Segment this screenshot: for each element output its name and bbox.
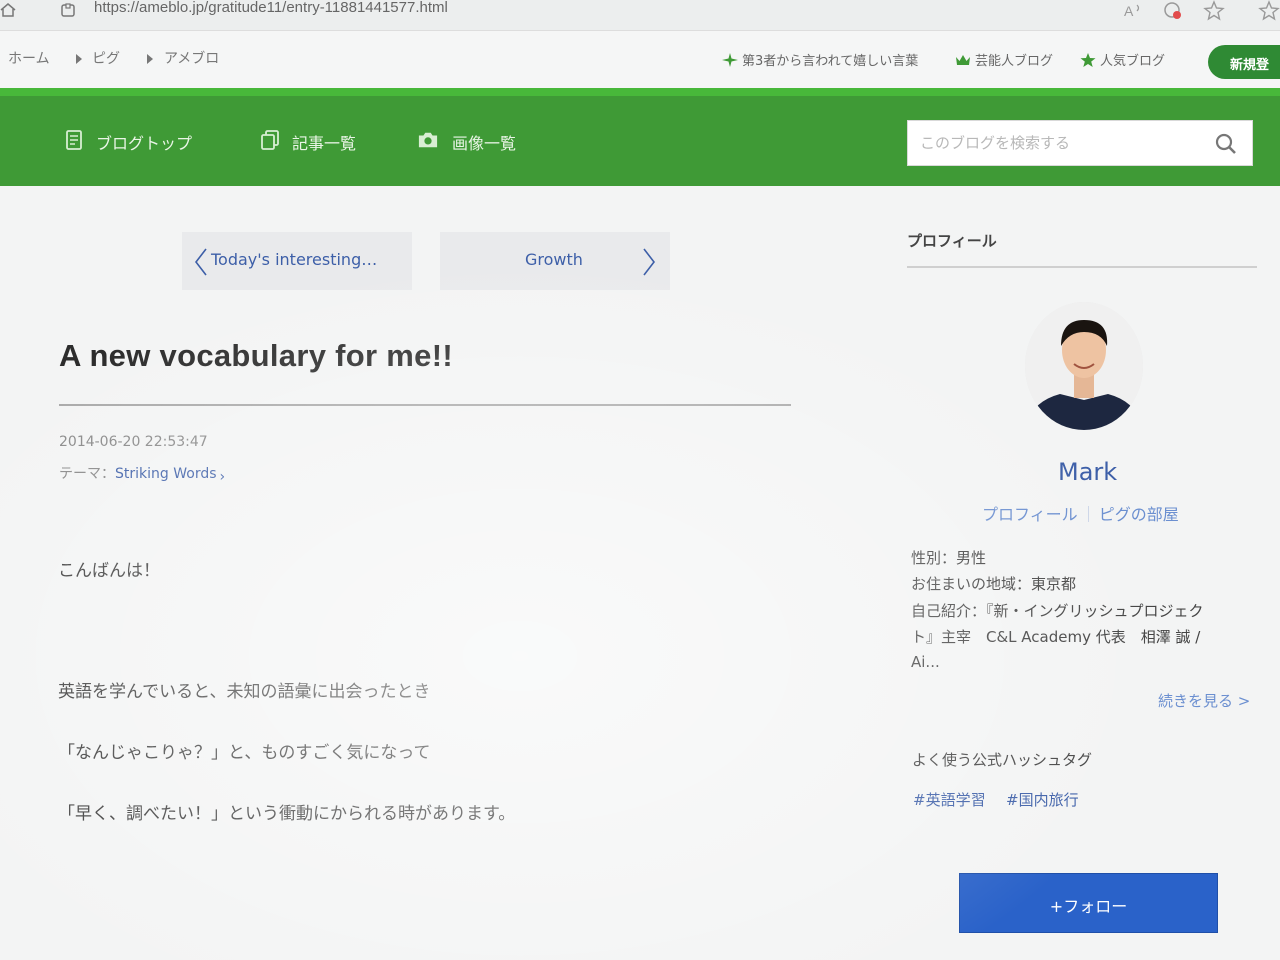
site-info-icon[interactable] [60, 2, 76, 18]
extension-icon[interactable] [1162, 0, 1184, 22]
popular-blog-label: 人気ブログ [1100, 54, 1166, 69]
profile-location: お住まいの地域：東京都 [911, 575, 1077, 593]
theme-prefix: テーマ： [59, 466, 115, 482]
favorite-icon[interactable] [1203, 0, 1225, 22]
svg-text:A: A [1124, 3, 1134, 19]
article-date: 2014-06-20 22:53:47 [59, 434, 208, 450]
article-paragraph: 英語を学んでいると、未知の語彙に出会ったとき [58, 682, 431, 702]
chevron-right-icon [643, 248, 656, 276]
hashtag-link[interactable]: #英語学習 [913, 789, 986, 810]
pages-icon [261, 130, 279, 150]
prev-article-label: Today's interesting… [211, 250, 378, 269]
follow-button[interactable]: +フォロー [959, 873, 1218, 933]
breadcrumb-home[interactable]: ホーム [8, 48, 50, 68]
ameba-top-nav: ホーム ピグ アメブロ 第3者から言われて嬉しい言葉 芸能人ブログ 人気ブログ … [0, 30, 1280, 88]
profile-intro: 自己紹介：『新・イングリッシュプロジェク [911, 602, 1204, 620]
profile-heading: プロフィール [907, 232, 997, 250]
breadcrumb-arrow-icon [147, 54, 153, 64]
popular-blog-link[interactable]: 人気ブログ [1080, 50, 1165, 69]
breadcrumb-ameblo[interactable]: アメブロ [164, 48, 219, 68]
document-icon [66, 130, 82, 150]
theme-link[interactable]: Striking Words [115, 466, 217, 482]
celebrity-blog-label: 芸能人ブログ [975, 54, 1054, 69]
hashtag-link[interactable]: #国内旅行 [1006, 789, 1079, 810]
profile-gender: 性別：男性 [911, 549, 987, 567]
chevron-right-icon: › [219, 469, 226, 485]
link-separator [1087, 506, 1089, 522]
celebrity-blog-link[interactable]: 芸能人ブログ [955, 50, 1053, 69]
title-divider [59, 404, 791, 406]
nav-image-list-label: 画像一覧 [452, 134, 517, 153]
avatar[interactable] [1025, 302, 1143, 430]
article-theme: テーマ：Striking Words › [59, 463, 226, 485]
nav-blog-top-label: ブログトップ [96, 134, 193, 153]
article-paragraph: 「早く、調べたい！」という衝動にかられる時があります。 [58, 804, 516, 824]
nav-article-list[interactable]: 記事一覧 [260, 130, 370, 153]
topic-link[interactable]: 第3者から言われて嬉しい言葉 [722, 50, 918, 69]
read-more-link[interactable]: 続きを見る > [1158, 690, 1250, 711]
profile-intro: Ai... [911, 653, 940, 671]
blog-header: ブログトップ 記事一覧 画像一覧 [0, 88, 1280, 186]
pigg-room-link[interactable]: ピグの部屋 [1099, 505, 1179, 524]
blog-search-input[interactable] [920, 131, 1200, 155]
article-title: A new vocabulary for me!! [59, 338, 453, 373]
chevron-left-icon [194, 248, 207, 276]
next-article-label: Growth [525, 250, 583, 269]
profile-links: プロフィール ピグの部屋 [982, 501, 1179, 525]
breadcrumb-pigg[interactable]: ピグ [92, 48, 120, 68]
browser-address-bar: https://ameblo.jp/gratitude11/entry-1188… [0, 0, 1280, 30]
next-article-link[interactable]: Growth [440, 232, 670, 290]
nav-image-list[interactable]: 画像一覧 [418, 130, 528, 153]
new-post-button[interactable]: 新規登 [1208, 45, 1280, 79]
sparkle-icon [722, 53, 738, 67]
hashtag-heading: よく使う公式ハッシュタグ [912, 751, 1093, 769]
blog-search [907, 120, 1253, 166]
prev-article-link[interactable]: Today's interesting… [182, 232, 412, 290]
breadcrumb-arrow-icon [76, 54, 82, 64]
topic-link-label: 第3者から言われて嬉しい言葉 [742, 54, 919, 69]
collections-icon[interactable] [1258, 0, 1280, 22]
read-aloud-icon[interactable]: A [1122, 0, 1144, 22]
url-text[interactable]: https://ameblo.jp/gratitude11/entry-1188… [94, 0, 448, 16]
profile-link[interactable]: プロフィール [982, 505, 1078, 524]
star-icon [1080, 53, 1096, 67]
camera-icon [418, 132, 438, 148]
crown-icon [956, 55, 970, 65]
search-icon[interactable] [1215, 133, 1237, 155]
profile-divider [907, 266, 1257, 268]
profile-name[interactable]: Mark [1058, 458, 1117, 486]
article-paragraph: こんばんは！ [58, 561, 160, 581]
nav-blog-top[interactable]: ブログトップ [64, 130, 204, 153]
nav-article-list-label: 記事一覧 [292, 134, 357, 153]
article-paragraph: 「なんじゃこりゃ？」と、ものすごく気になって [58, 743, 431, 763]
home-icon[interactable] [0, 2, 16, 18]
profile-intro: ト』主宰 C&L Academy 代表 相澤 誠 / [911, 628, 1201, 646]
profile-photo [1025, 302, 1143, 430]
